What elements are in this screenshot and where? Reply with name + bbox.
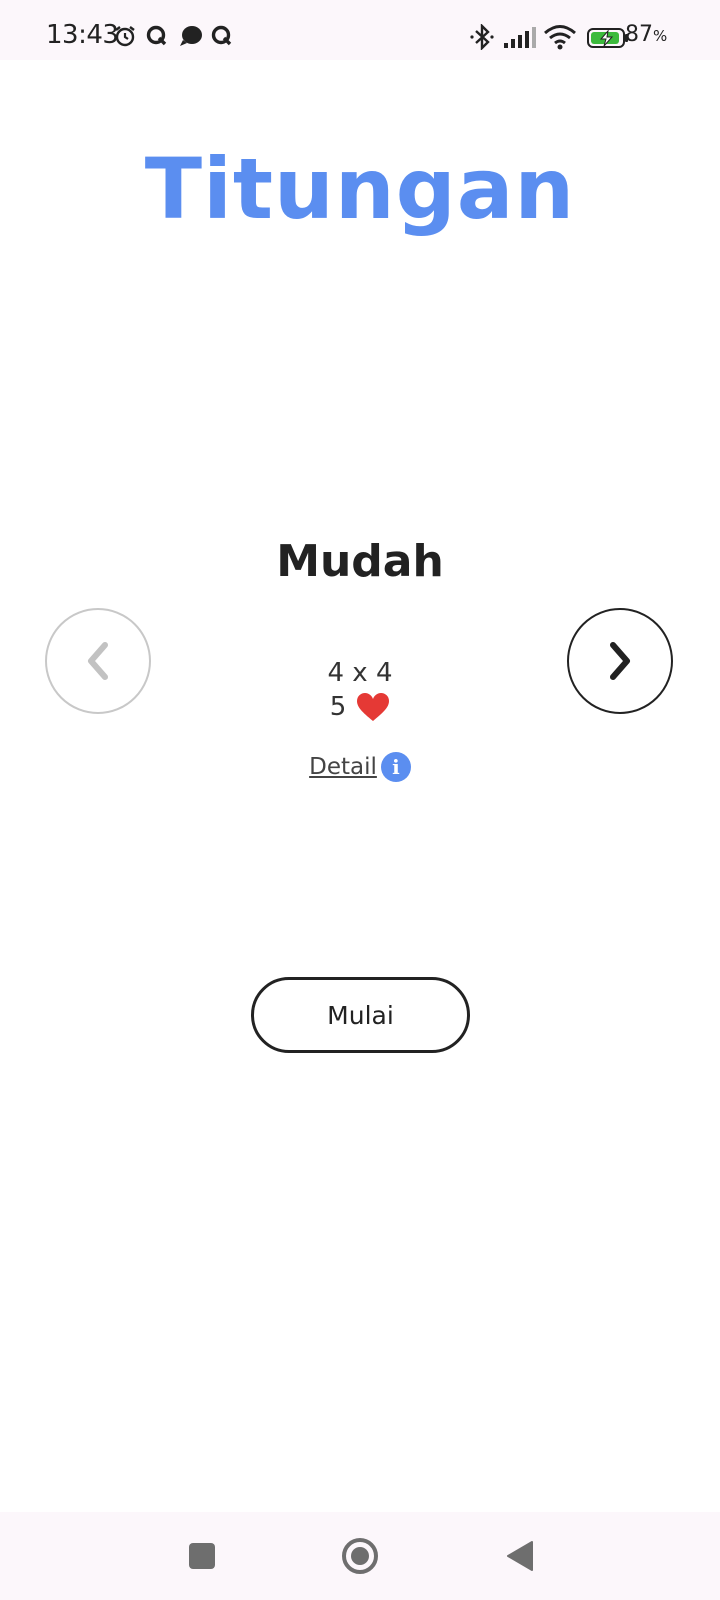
start-button[interactable]: Mulai bbox=[251, 977, 470, 1053]
back-button[interactable] bbox=[490, 1512, 550, 1600]
status-bar: 13:43 87% bbox=[0, 0, 720, 60]
grid-size: 4 x 4 bbox=[327, 658, 393, 688]
home-button[interactable] bbox=[330, 1512, 390, 1600]
system-nav-bar bbox=[0, 1512, 720, 1600]
lives-row: 5 bbox=[0, 692, 720, 722]
recents-button[interactable] bbox=[172, 1512, 232, 1600]
alarm-icon bbox=[115, 26, 135, 47]
status-time: 13:43 bbox=[46, 20, 119, 50]
detail-link[interactable]: Detail bbox=[309, 754, 377, 780]
wifi-icon bbox=[544, 25, 576, 50]
detail-row[interactable]: Detail i bbox=[0, 752, 720, 782]
level-name: Mudah bbox=[276, 536, 444, 587]
app-screen: 13:43 87% Titungan Mudah 4 x 4 5 Detail … bbox=[0, 0, 720, 1600]
info-icon[interactable]: i bbox=[380, 752, 411, 782]
signal-icon bbox=[504, 27, 536, 48]
app-title: Titungan bbox=[144, 140, 576, 238]
battery-charging-icon bbox=[587, 28, 628, 48]
back-triangle-icon bbox=[507, 1541, 533, 1571]
q-app-icon bbox=[211, 25, 232, 46]
battery-percent: 87% bbox=[625, 22, 668, 47]
recents-square-icon bbox=[189, 1543, 215, 1569]
chat-bubble-icon bbox=[180, 26, 202, 46]
q-app-icon bbox=[146, 25, 167, 46]
bluetooth-icon bbox=[470, 24, 494, 50]
heart-icon bbox=[357, 693, 390, 721]
lives-count: 5 bbox=[329, 692, 347, 722]
home-circle-icon bbox=[342, 1538, 378, 1574]
